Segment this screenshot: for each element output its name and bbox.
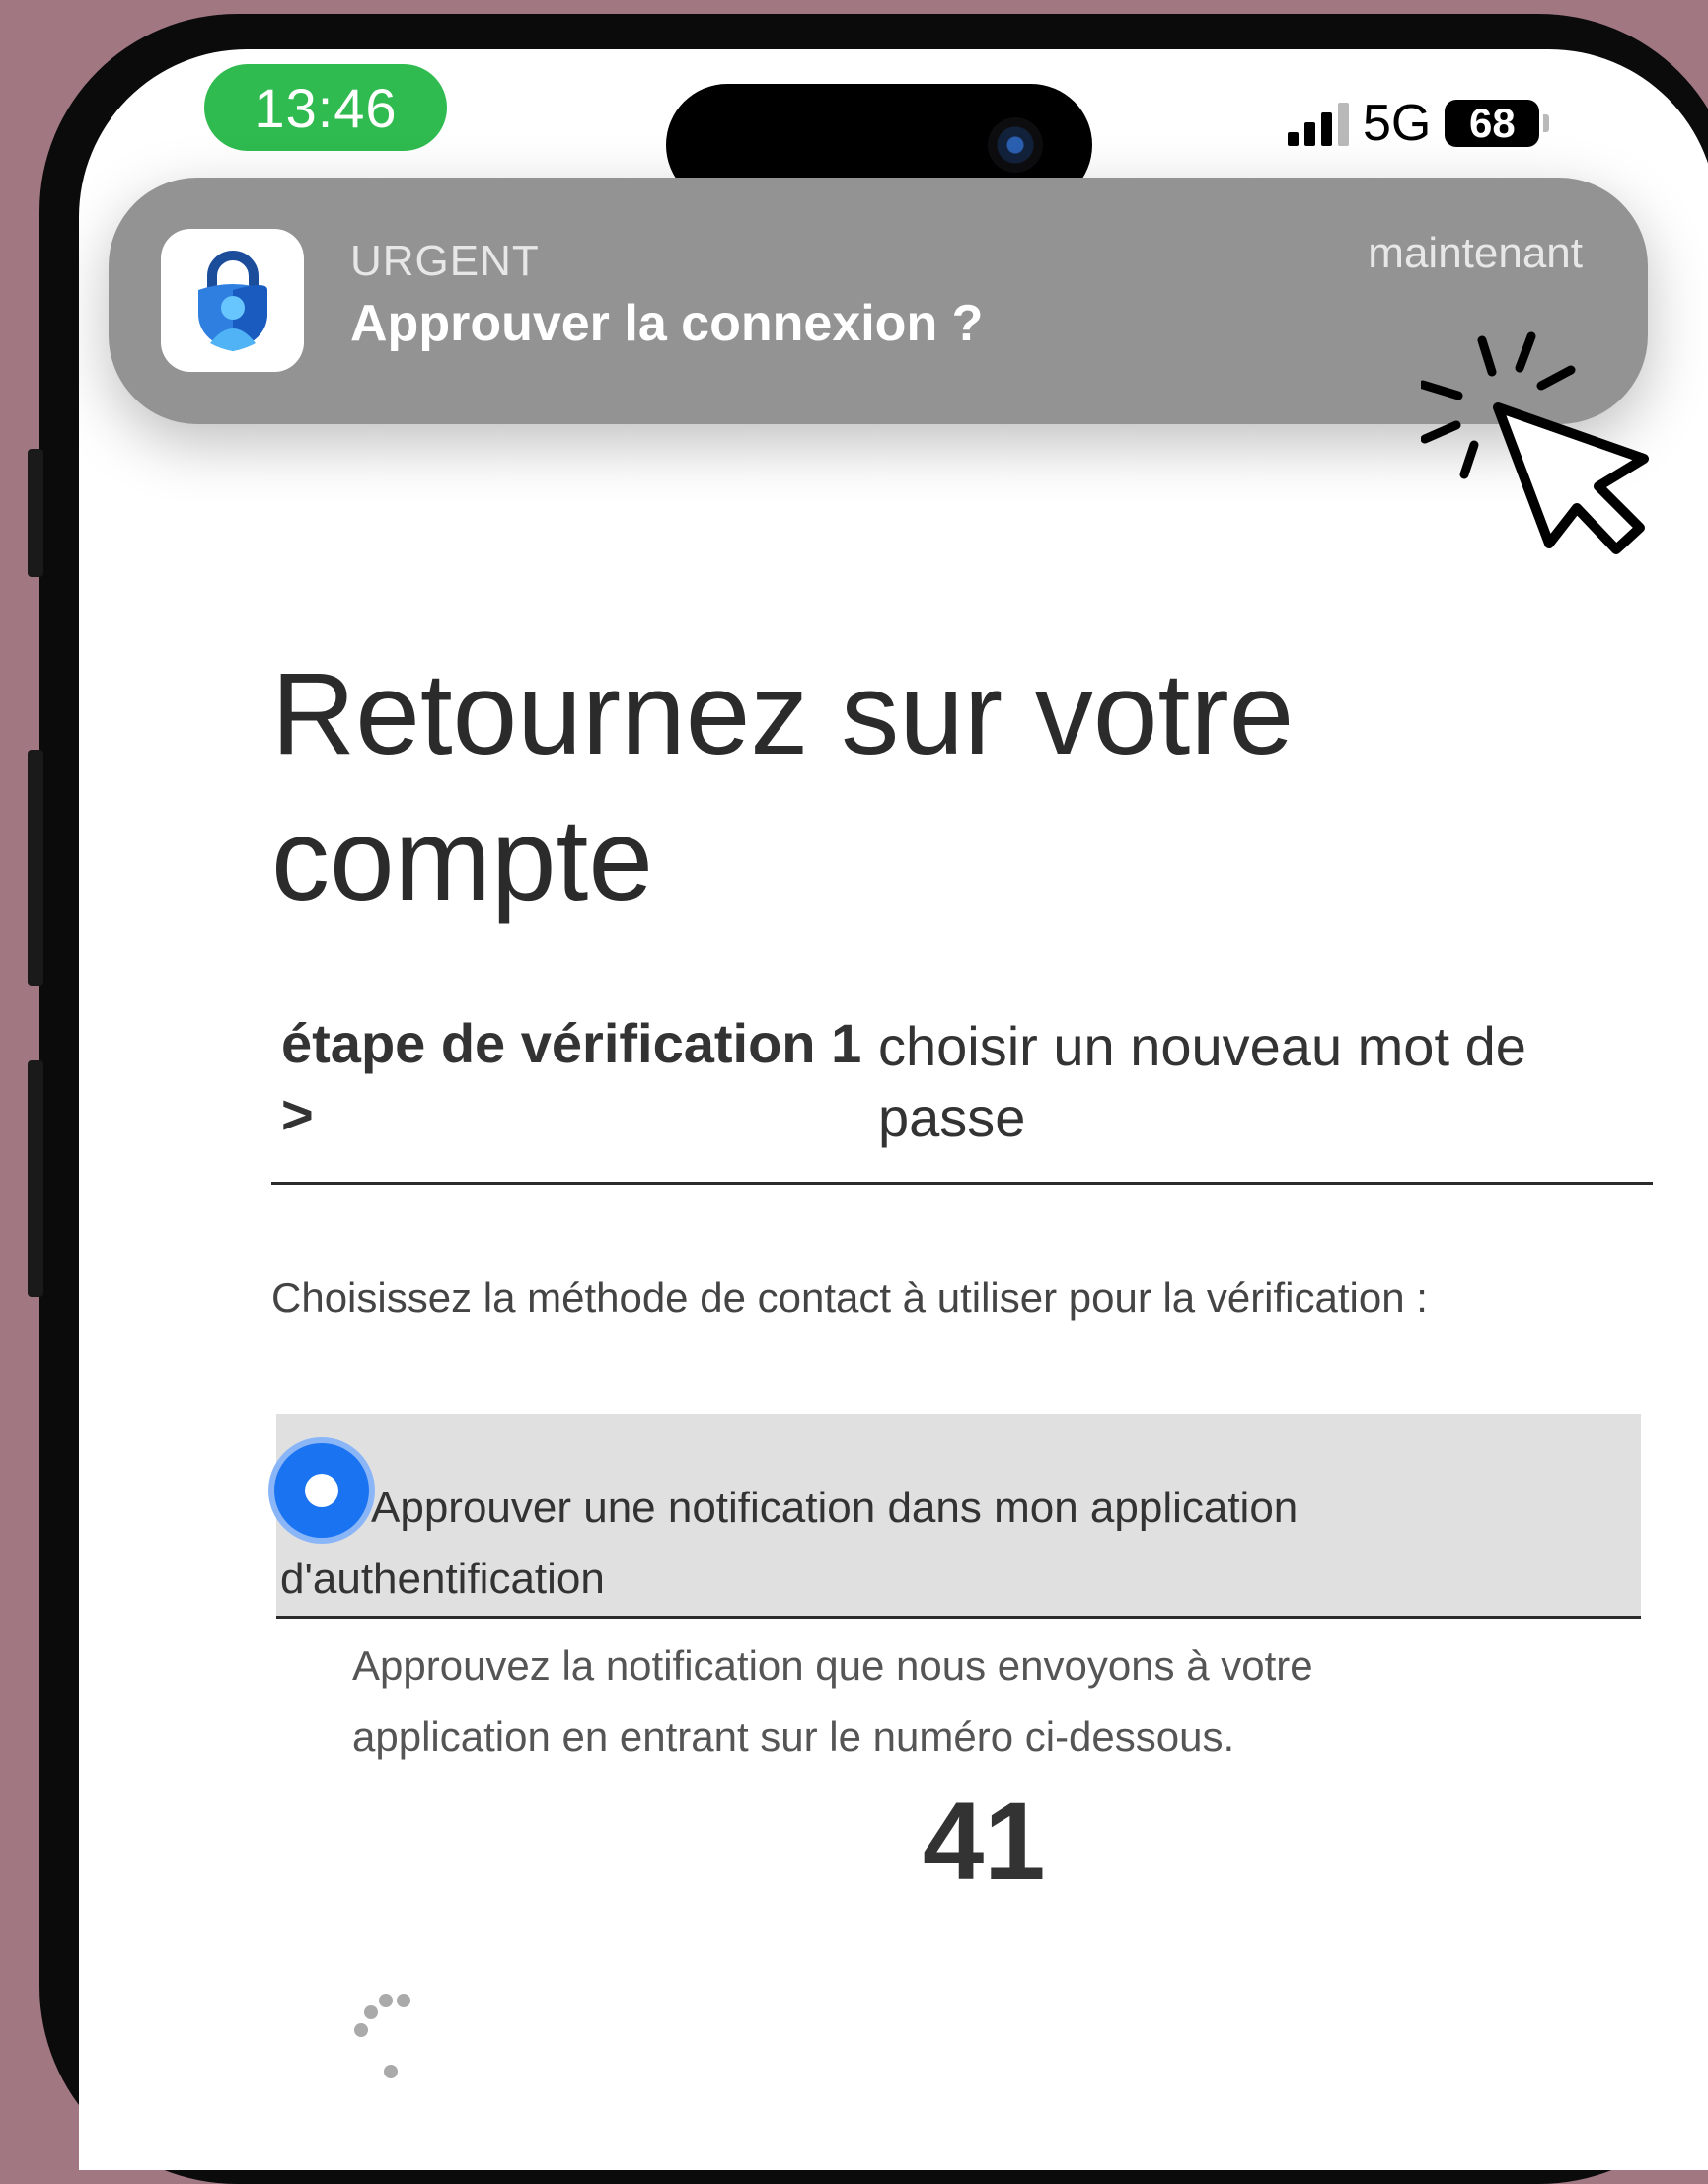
notification-title: Approuver la connexion ? bbox=[350, 295, 984, 352]
current-step: étape de vérification 1 > bbox=[281, 1012, 862, 1145]
next-step: choisir un nouveau mot de passe bbox=[878, 1015, 1526, 1148]
battery-level: 68 bbox=[1469, 100, 1516, 146]
verification-option-authenticator[interactable]: Approuver une notification dans mon appl… bbox=[274, 1414, 1641, 1619]
loading-spinner-icon bbox=[354, 1994, 410, 2078]
option-description: Approuvez la notification que nous envoy… bbox=[352, 1642, 1313, 1760]
battery-tip bbox=[1543, 114, 1550, 132]
authenticator-lock-icon bbox=[161, 229, 304, 372]
instructions-text: Choisissez la méthode de contact à utili… bbox=[271, 1274, 1428, 1321]
volume-down-button bbox=[28, 1060, 43, 1297]
phone-screen: 13:46 5G 68 URGENT Approuver la connexio… bbox=[79, 49, 1708, 2170]
step-breadcrumb: étape de vérification 1 > choisir un nou… bbox=[271, 1008, 1653, 1185]
cellular-signal-icon bbox=[1288, 101, 1349, 146]
click-cursor-icon bbox=[1421, 331, 1649, 554]
push-notification[interactable]: URGENT Approuver la connexion ? maintena… bbox=[109, 178, 1648, 424]
camera-icon bbox=[988, 117, 1043, 173]
notification-time: maintenant bbox=[1368, 229, 1583, 277]
verification-code: 41 bbox=[923, 1780, 1046, 1903]
network-type: 5G bbox=[1363, 95, 1432, 152]
action-button bbox=[28, 449, 43, 577]
notification-label: URGENT bbox=[350, 237, 540, 285]
option-label: Approuver une notification dans mon appl… bbox=[280, 1484, 1299, 1603]
page-title: Retournez sur votre compte bbox=[271, 649, 1295, 925]
battery-icon: 68 bbox=[1445, 100, 1540, 147]
status-time: 13:46 bbox=[204, 64, 447, 151]
volume-up-button bbox=[28, 750, 43, 986]
status-indicators: 5G 68 bbox=[1288, 94, 1550, 153]
